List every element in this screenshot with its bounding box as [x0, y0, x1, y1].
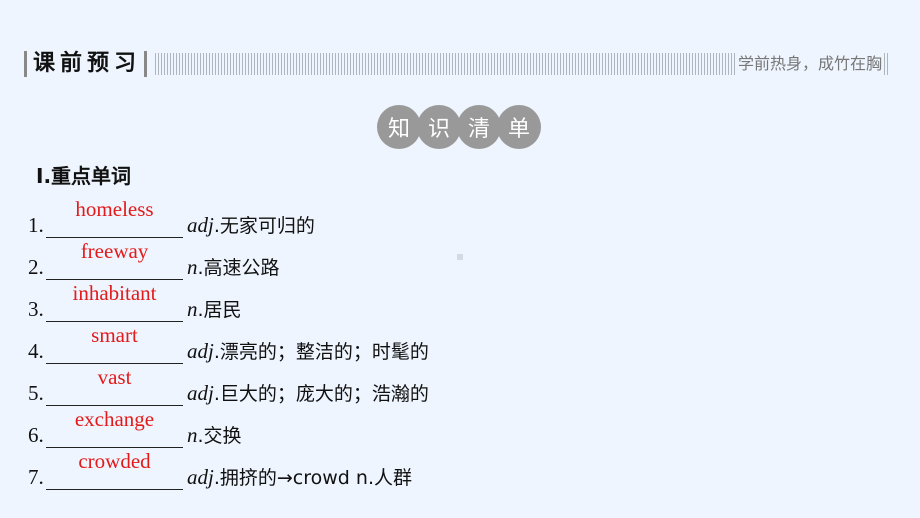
part-of-speech: adj [187, 339, 214, 363]
answer-word: exchange [74, 407, 155, 431]
vocab-item: 2. freeway n .高速公路 [28, 238, 429, 280]
answer-word: smart [91, 323, 138, 347]
part-of-speech: adj [187, 465, 214, 489]
answer-blank: smart [46, 323, 183, 364]
answer-word: crowded [78, 449, 151, 473]
part-of-speech: adj [187, 213, 214, 237]
part-of-speech: n [187, 423, 198, 447]
definition: .交换 [197, 425, 242, 447]
header-title: 课前预习 [33, 51, 142, 76]
answer-word: freeway [80, 239, 149, 263]
section-title: Ⅰ.重点单词 [36, 164, 132, 188]
item-number: 3. [28, 297, 44, 321]
header-subtitle: 学前热身，成竹在胸 [735, 53, 884, 75]
part-of-speech: adj [187, 381, 214, 405]
decorative-dot [457, 254, 463, 260]
item-number: 6. [28, 423, 44, 447]
vocab-item: 4. smart adj .漂亮的；整洁的；时髦的 [28, 322, 429, 364]
badge-char: 清 [457, 105, 501, 149]
vocab-item: 1. homeless adj .无家可归的 [28, 196, 429, 238]
item-number: 7. [28, 465, 44, 489]
answer-word: vast [97, 365, 132, 389]
answer-blank: inhabitant [46, 281, 183, 322]
vocab-item: 7. crowded adj .拥挤的→crowd n.人群 [28, 448, 429, 490]
definition: .漂亮的；整洁的；时髦的 [213, 341, 429, 363]
answer-blank: freeway [46, 239, 183, 280]
item-number: 4. [28, 339, 44, 363]
definition: .巨大的；庞大的；浩瀚的 [213, 383, 429, 405]
knowledge-list-badges: 知 识 清 单 [377, 105, 541, 149]
answer-blank: vast [46, 365, 183, 406]
answer-blank: crowded [46, 449, 183, 490]
definition: .无家可归的 [213, 215, 315, 237]
answer-word: homeless [75, 197, 154, 221]
answer-blank: homeless [46, 197, 183, 238]
vocab-item: 3. inhabitant n .居民 [28, 280, 429, 322]
section-header: 课前预习 学前热身，成竹在胸 [24, 48, 896, 80]
definition: .高速公路 [197, 257, 280, 279]
badge-char: 单 [497, 105, 541, 149]
answer-blank: exchange [46, 407, 183, 448]
vocab-item: 5. vast adj .巨大的；庞大的；浩瀚的 [28, 364, 429, 406]
item-number: 1. [28, 213, 44, 237]
item-number: 2. [28, 255, 44, 279]
vocab-item: 6. exchange n .交换 [28, 406, 429, 448]
header-divider-right [144, 51, 147, 77]
definition: .居民 [197, 299, 242, 321]
item-number: 5. [28, 381, 44, 405]
part-of-speech: n [187, 297, 198, 321]
part-of-speech: n [187, 255, 198, 279]
definition: .拥挤的→crowd n.人群 [213, 467, 412, 489]
answer-word: inhabitant [72, 281, 157, 305]
badge-char: 知 [377, 105, 421, 149]
vocabulary-list: 1. homeless adj .无家可归的 2. freeway n .高速公路 … [28, 196, 429, 490]
header-divider-left [24, 51, 27, 77]
badge-char: 识 [417, 105, 461, 149]
